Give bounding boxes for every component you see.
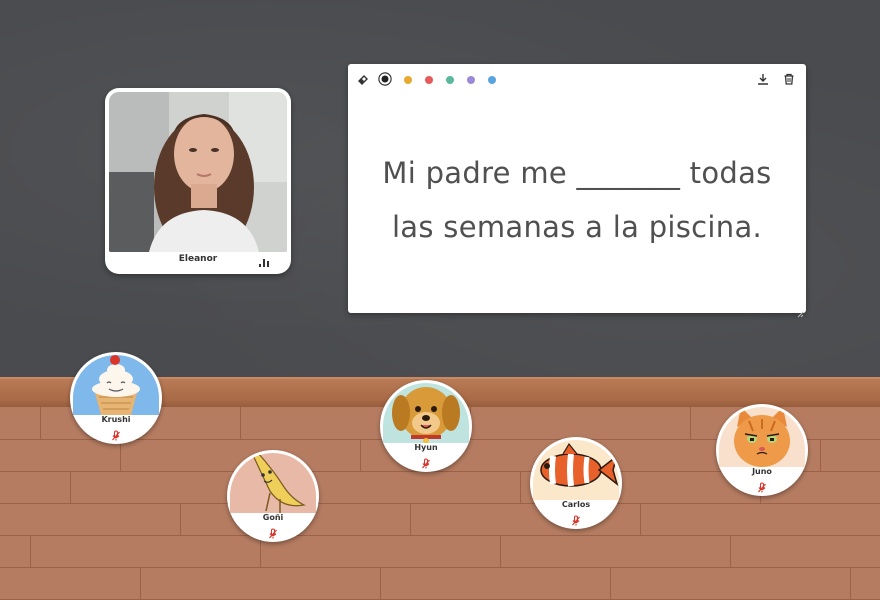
clownfish-icon [533, 440, 619, 500]
camera-feed [109, 92, 287, 252]
video-tile-eleanor[interactable]: Eleanor [105, 88, 291, 274]
participant-avatar-juno[interactable]: Juno [716, 404, 808, 496]
color-blue-swatch[interactable] [488, 76, 496, 84]
cat-icon [719, 407, 805, 467]
color-red-swatch[interactable] [425, 76, 433, 84]
whiteboard-text: Mi padre me _______ todas las semanas a … [348, 146, 806, 254]
whiteboard-line-1: Mi padre me _______ todas [382, 156, 772, 190]
participant-avatar-krushi[interactable]: Krushi [70, 352, 162, 444]
banana-icon [230, 453, 316, 513]
audio-level-icon [259, 258, 269, 267]
participant-name: Carlos [561, 500, 591, 509]
participant-avatar-goni[interactable]: Goñi [227, 450, 319, 542]
mic-off-icon [756, 479, 768, 493]
participant-name: Krushi [101, 415, 131, 424]
resize-grip-icon[interactable] [796, 303, 804, 318]
participant-name: Juno [752, 467, 772, 476]
mic-off-icon [110, 427, 122, 441]
participant-name: Goñi [262, 513, 284, 522]
trash-icon[interactable] [782, 72, 796, 86]
whiteboard-line-2: las semanas a la piscina. [391, 210, 763, 244]
mic-off-icon [420, 455, 432, 469]
participant-name: Hyun [414, 443, 438, 452]
mic-off-icon [267, 525, 279, 539]
color-black-selected[interactable] [378, 72, 392, 86]
download-icon[interactable] [756, 72, 770, 86]
color-green-swatch[interactable] [446, 76, 454, 84]
whiteboard[interactable]: Mi padre me _______ todas las semanas a … [348, 64, 806, 318]
dog-icon [383, 383, 469, 443]
eraser-icon[interactable] [356, 72, 370, 86]
color-yellow-swatch[interactable] [404, 76, 412, 84]
mic-off-icon [570, 512, 582, 526]
ice-cream-icon [73, 355, 159, 415]
color-purple-swatch[interactable] [467, 76, 475, 84]
participant-avatar-carlos[interactable]: Carlos [530, 437, 622, 529]
participant-avatar-hyun[interactable]: Hyun [380, 380, 472, 472]
